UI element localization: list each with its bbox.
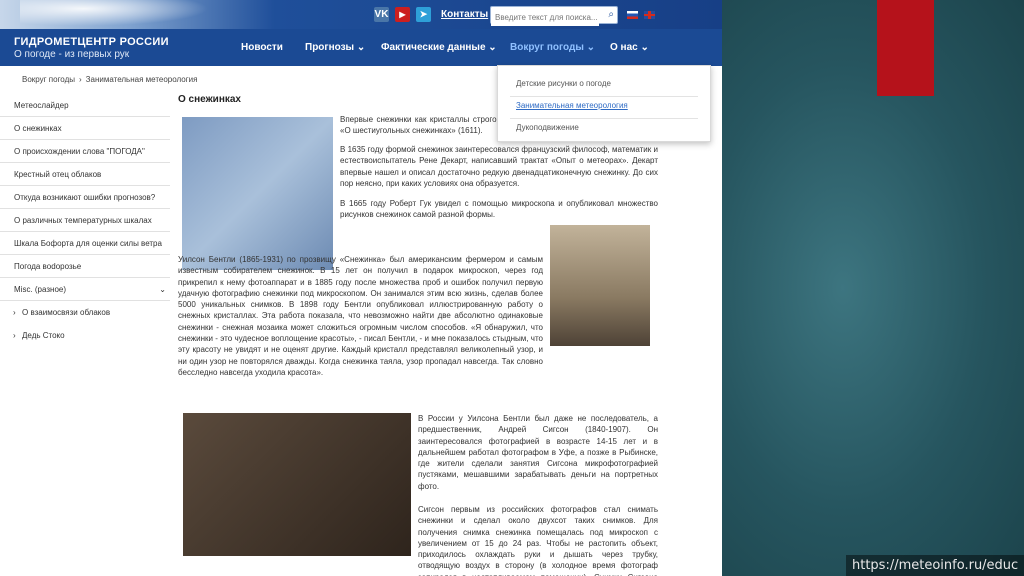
dropdown-item[interactable]: Дукоподвижение: [516, 123, 579, 132]
site-title[interactable]: ГИДРОМЕТЦЕНТР РОССИИ: [14, 36, 169, 48]
flag-ru-icon[interactable]: [627, 11, 638, 19]
source-url-caption: https://meteoinfo.ru/educ: [846, 555, 1024, 576]
sidebar-item[interactable]: О различных температурных шкалах: [0, 209, 170, 232]
breadcrumb-item: Занимательная метеорология: [85, 75, 198, 84]
youtube-icon[interactable]: ▶: [395, 7, 410, 22]
nav-news[interactable]: Новости: [241, 42, 283, 53]
main-navbar: ГИДРОМЕТЦЕНТР РОССИИ О погоде - из первы…: [0, 29, 722, 66]
sidebar-subitem[interactable]: Дедь Стоко: [0, 324, 170, 347]
search-box: ⌕: [490, 6, 618, 26]
snowflake-photo: [182, 117, 333, 270]
snowflake-plate-photo: [183, 413, 411, 556]
search-input[interactable]: [491, 9, 599, 26]
breadcrumb-item[interactable]: Вокруг погоды: [22, 75, 75, 84]
telegram-icon[interactable]: ➤: [416, 7, 431, 22]
magnifier-icon[interactable]: ⌕: [608, 9, 614, 20]
dropdown-divider: [510, 96, 698, 97]
nav-about[interactable]: О нас ⌄: [610, 42, 649, 53]
dropdown-item-selected[interactable]: Занимательная метеорология: [516, 101, 628, 110]
top-bar: VK ▶ ➤ Контакты ⌕: [0, 0, 722, 29]
sidebar-item[interactable]: Метеослайдер: [0, 94, 170, 117]
bentley-portrait-photo: [550, 225, 650, 346]
article-paragraph: В 1635 году формой снежинок заинтересова…: [340, 145, 658, 188]
sidebar-item[interactable]: О происхождении слова "ПОГОДА": [0, 140, 170, 163]
article-paragraph: Уилсон Бентли (1865-1931) по прозвищу «С…: [178, 255, 543, 377]
nav-around-weather[interactable]: Вокруг погоды ⌄: [510, 42, 595, 53]
sidebar-subitem[interactable]: О взаимосвязи облаков: [0, 301, 170, 324]
nav-actual-data[interactable]: Фактические данные ⌄: [381, 42, 497, 53]
article-paragraph: Сигсон первым из российских фотографов с…: [418, 505, 658, 576]
sidebar: Метеослайдер О снежинках О происхождении…: [0, 94, 170, 347]
slide-background: [722, 0, 1024, 576]
chevron-down-icon[interactable]: ⌄: [159, 278, 166, 301]
sidebar-item[interactable]: Откуда возникают ошибки прогнозов?: [0, 186, 170, 209]
sidebar-item[interactable]: О снежинках: [0, 117, 170, 140]
browser-page: VK ▶ ➤ Контакты ⌕ ГИДРОМЕТЦЕНТР РОССИИ О…: [0, 0, 722, 576]
sidebar-item[interactable]: Шкала Бофорта для оценки силы ветра: [0, 232, 170, 255]
sidebar-item[interactable]: Погода вodорозье: [0, 255, 170, 278]
article-paragraph: В России у Уилсона Бентли был даже не по…: [418, 414, 658, 491]
article-paragraph: В 1665 году Роберт Гук увидел с помощью …: [340, 199, 658, 220]
sidebar-item[interactable]: Крестный отец облаков: [0, 163, 170, 186]
breadcrumb: Вокруг погоды › Занимательная метеорология: [22, 75, 197, 84]
snow-decoration: [20, 0, 230, 29]
dropdown-item[interactable]: Детские рисунки о погоде: [516, 79, 611, 88]
sidebar-item-label: Misc. (разное): [14, 285, 67, 294]
breadcrumb-separator: ›: [79, 75, 82, 84]
flag-en-icon[interactable]: [644, 11, 655, 19]
dropdown-divider: [510, 118, 698, 119]
nav-dropdown-menu: Детские рисунки о погоде Занимательная м…: [497, 65, 711, 142]
sidebar-item-misc[interactable]: Misc. (разное) ⌄: [0, 278, 170, 301]
nav-forecasts[interactable]: Прогнозы ⌄: [305, 42, 365, 53]
vk-icon[interactable]: VK: [374, 7, 389, 22]
slide-accent-bar: [877, 0, 934, 96]
site-subtitle: О погоде - из первых рук: [14, 49, 130, 60]
contacts-link[interactable]: Контакты: [441, 9, 488, 20]
